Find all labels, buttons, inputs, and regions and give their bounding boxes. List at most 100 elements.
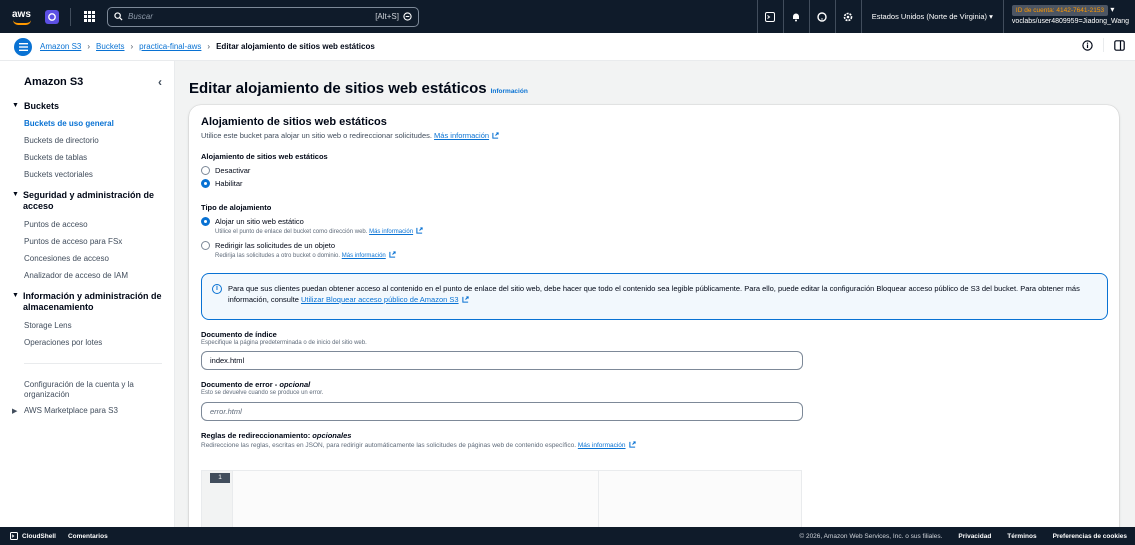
hosting-type-label: Tipo de alojamiento [201,203,272,212]
public-access-info-alert: i Para que sus clientes puedan obtener a… [201,273,1108,320]
breadcrumb: Amazon S3 › Buckets › practica-final-aws… [40,42,375,51]
sidebar-item-marketplace[interactable]: ▶ AWS Marketplace para S3 [12,406,162,415]
radio-redirect[interactable]: Redirigir las solicitudes de un objeto R… [201,241,423,259]
radio-redirect-desc: Redirija las solicitudes a otro bucket o… [215,251,396,259]
cloudshell-button[interactable]: CloudShell [10,532,56,540]
cookie-preferences-link[interactable]: Preferencias de cookies [1053,533,1127,540]
account-chevron-icon: ▾ [1110,5,1115,14]
breadcrumb-amazon-s3[interactable]: Amazon S3 [40,42,81,51]
external-link-icon [416,227,423,234]
feedback-link[interactable]: Comentarios [68,533,108,540]
help-icon[interactable] [808,0,835,33]
settings-gear-icon[interactable] [834,0,861,33]
info-icon[interactable] [1082,39,1093,51]
index-desc: Especifique la página predeterminada o d… [201,340,367,346]
radio-button-selected[interactable] [201,217,210,226]
sidebar-header: Amazon S3 ‹ [24,75,162,89]
external-link-icon [461,296,469,303]
search-icon [114,12,123,21]
sidebar-item-access-grants[interactable]: Concesiones de acceso [24,254,162,263]
sidebar-title: Amazon S3 [24,76,84,88]
radio-button-selected[interactable] [201,179,210,188]
chevron-right-icon: › [87,42,91,51]
region-label: Estados Unidos (Norte de Virginia) [871,12,988,21]
redirect-rules-code-editor[interactable]: 1 [201,470,802,527]
external-link-icon [628,441,636,448]
more-info-link[interactable]: Más información [342,253,386,259]
more-info-link[interactable]: Más información [434,131,489,140]
alert-text: Para que sus clientes puedan obtener acc… [228,284,1080,304]
cloudshell-icon[interactable] [756,0,783,33]
terms-link[interactable]: Términos [1007,533,1036,540]
radio-host-static-desc: Utilice el punto de enlace del bucket co… [215,227,423,235]
services-icon[interactable] [42,7,62,27]
aws-logo[interactable]: aws [12,9,34,25]
side-panel-icon[interactable] [1114,39,1125,51]
region-selector[interactable]: Estados Unidos (Norte de Virginia) ▾ [860,0,1003,33]
info-link[interactable]: Información [491,88,528,95]
radio-enable[interactable]: Habilitar [201,179,328,188]
sidebar-section-storage[interactable]: ▼ Información y administración de almacen… [12,291,162,313]
sidebar-item-vector-buckets[interactable]: Buckets vectoriales [24,170,162,179]
main-content: Editar alojamiento de sitios web estátic… [175,61,1135,527]
search-shortcut: [Alt+S] [375,12,399,21]
container-title: Alojamiento de sitios web estáticos [201,116,387,128]
notifications-bell-icon[interactable] [782,0,809,33]
account-menu[interactable]: ID de cuenta: 4142-7641-2153 ▾ voclabs/u… [1002,0,1135,33]
sidebar-item-iam-access-analyzer[interactable]: Analizador de acceso de IAM [24,271,162,280]
index-label: Documento de índice [201,330,277,339]
close-sidebar-icon[interactable]: ‹ [158,75,162,89]
side-navigation: Amazon S3 ‹ ▼ Buckets Buckets de uso gene… [0,61,175,527]
sidebar-item-account-config[interactable]: Configuración de la cuenta y la organiza… [24,380,162,400]
breadcrumb-bar: Amazon S3 › Buckets › practica-final-aws… [0,33,1135,61]
account-user: voclabs/user4809959=Jiadong_Wang [1011,18,1129,25]
error-document-input[interactable]: error.html [201,402,803,421]
search-shortcut-icon [403,12,412,21]
sidebar-item-access-points[interactable]: Puntos de acceso [24,220,162,229]
sidebar-item-access-points-fsx[interactable]: Puntos de acceso para FSx [24,237,162,246]
radio-disable[interactable]: Desactivar [201,166,328,175]
sidebar-item-table-buckets[interactable]: Buckets de tablas [24,153,162,162]
breadcrumb-buckets[interactable]: Buckets [96,42,124,51]
rules-label: Reglas de redireccionamiento: opcionales [201,431,352,440]
breadcrumb-current: Editar alojamiento de sitios web estátic… [216,42,375,51]
sidebar-item-directory-buckets[interactable]: Buckets de directorio [24,136,162,145]
redirect-rules-field: Reglas de redireccionamiento: opcionales… [201,431,636,449]
more-info-link[interactable]: Más información [578,442,626,449]
external-link-icon [389,251,396,258]
breadcrumb-bucket[interactable]: practica-final-aws [139,42,201,51]
caret-down-icon: ▼ [12,292,19,299]
caret-down-icon: ▼ [12,102,19,109]
caret-right-icon: ▶ [12,408,18,415]
more-info-link[interactable]: Más información [369,229,413,235]
chevron-right-icon: › [130,42,134,51]
radio-button[interactable] [201,241,210,250]
aws-logo-text: aws [12,8,31,20]
sidebar-item-batch-operations[interactable]: Operaciones por lotes [24,338,162,347]
radio-button[interactable] [201,166,210,175]
editor-line-number: 1 [210,473,230,483]
nav-menu-toggle-icon[interactable] [14,37,32,56]
external-link-icon [492,132,499,139]
sidebar-item-storage-lens[interactable]: Storage Lens [24,321,162,330]
chevron-right-icon: › [207,42,211,51]
sidebar-section-security[interactable]: ▼ Seguridad y administración de acceso [12,190,162,212]
radio-host-static[interactable]: Alojar un sitio web estático Utilice el … [201,217,423,235]
hosting-label: Alojamiento de sitios web estáticos [201,152,328,161]
static-website-container: Alojamiento de sitios web estáticos Util… [189,105,1119,527]
info-icon: i [212,284,222,294]
cloudshell-icon [10,532,18,540]
footer: CloudShell Comentarios © 2026, Amazon We… [0,527,1135,545]
caret-down-icon: ▼ [12,191,19,198]
block-public-access-link[interactable]: Utilizar Bloquear acceso público de Amaz… [301,295,459,304]
error-desc: Esto se devuelve cuando se produce un er… [201,390,324,396]
sidebar-item-general-purpose-buckets[interactable]: Buckets de uso general [24,119,162,128]
grid-menu-icon[interactable] [79,7,99,27]
hosting-field: Alojamiento de sitios web estáticos Desa… [201,152,328,188]
privacy-link[interactable]: Privacidad [958,533,991,540]
index-document-input[interactable]: index.html [201,351,803,370]
sidebar-section-buckets[interactable]: ▼ Buckets [12,101,162,111]
search-input[interactable]: Buscar [Alt+S] [107,6,419,27]
editor-divider [598,471,599,527]
search-placeholder: Buscar [128,12,153,21]
